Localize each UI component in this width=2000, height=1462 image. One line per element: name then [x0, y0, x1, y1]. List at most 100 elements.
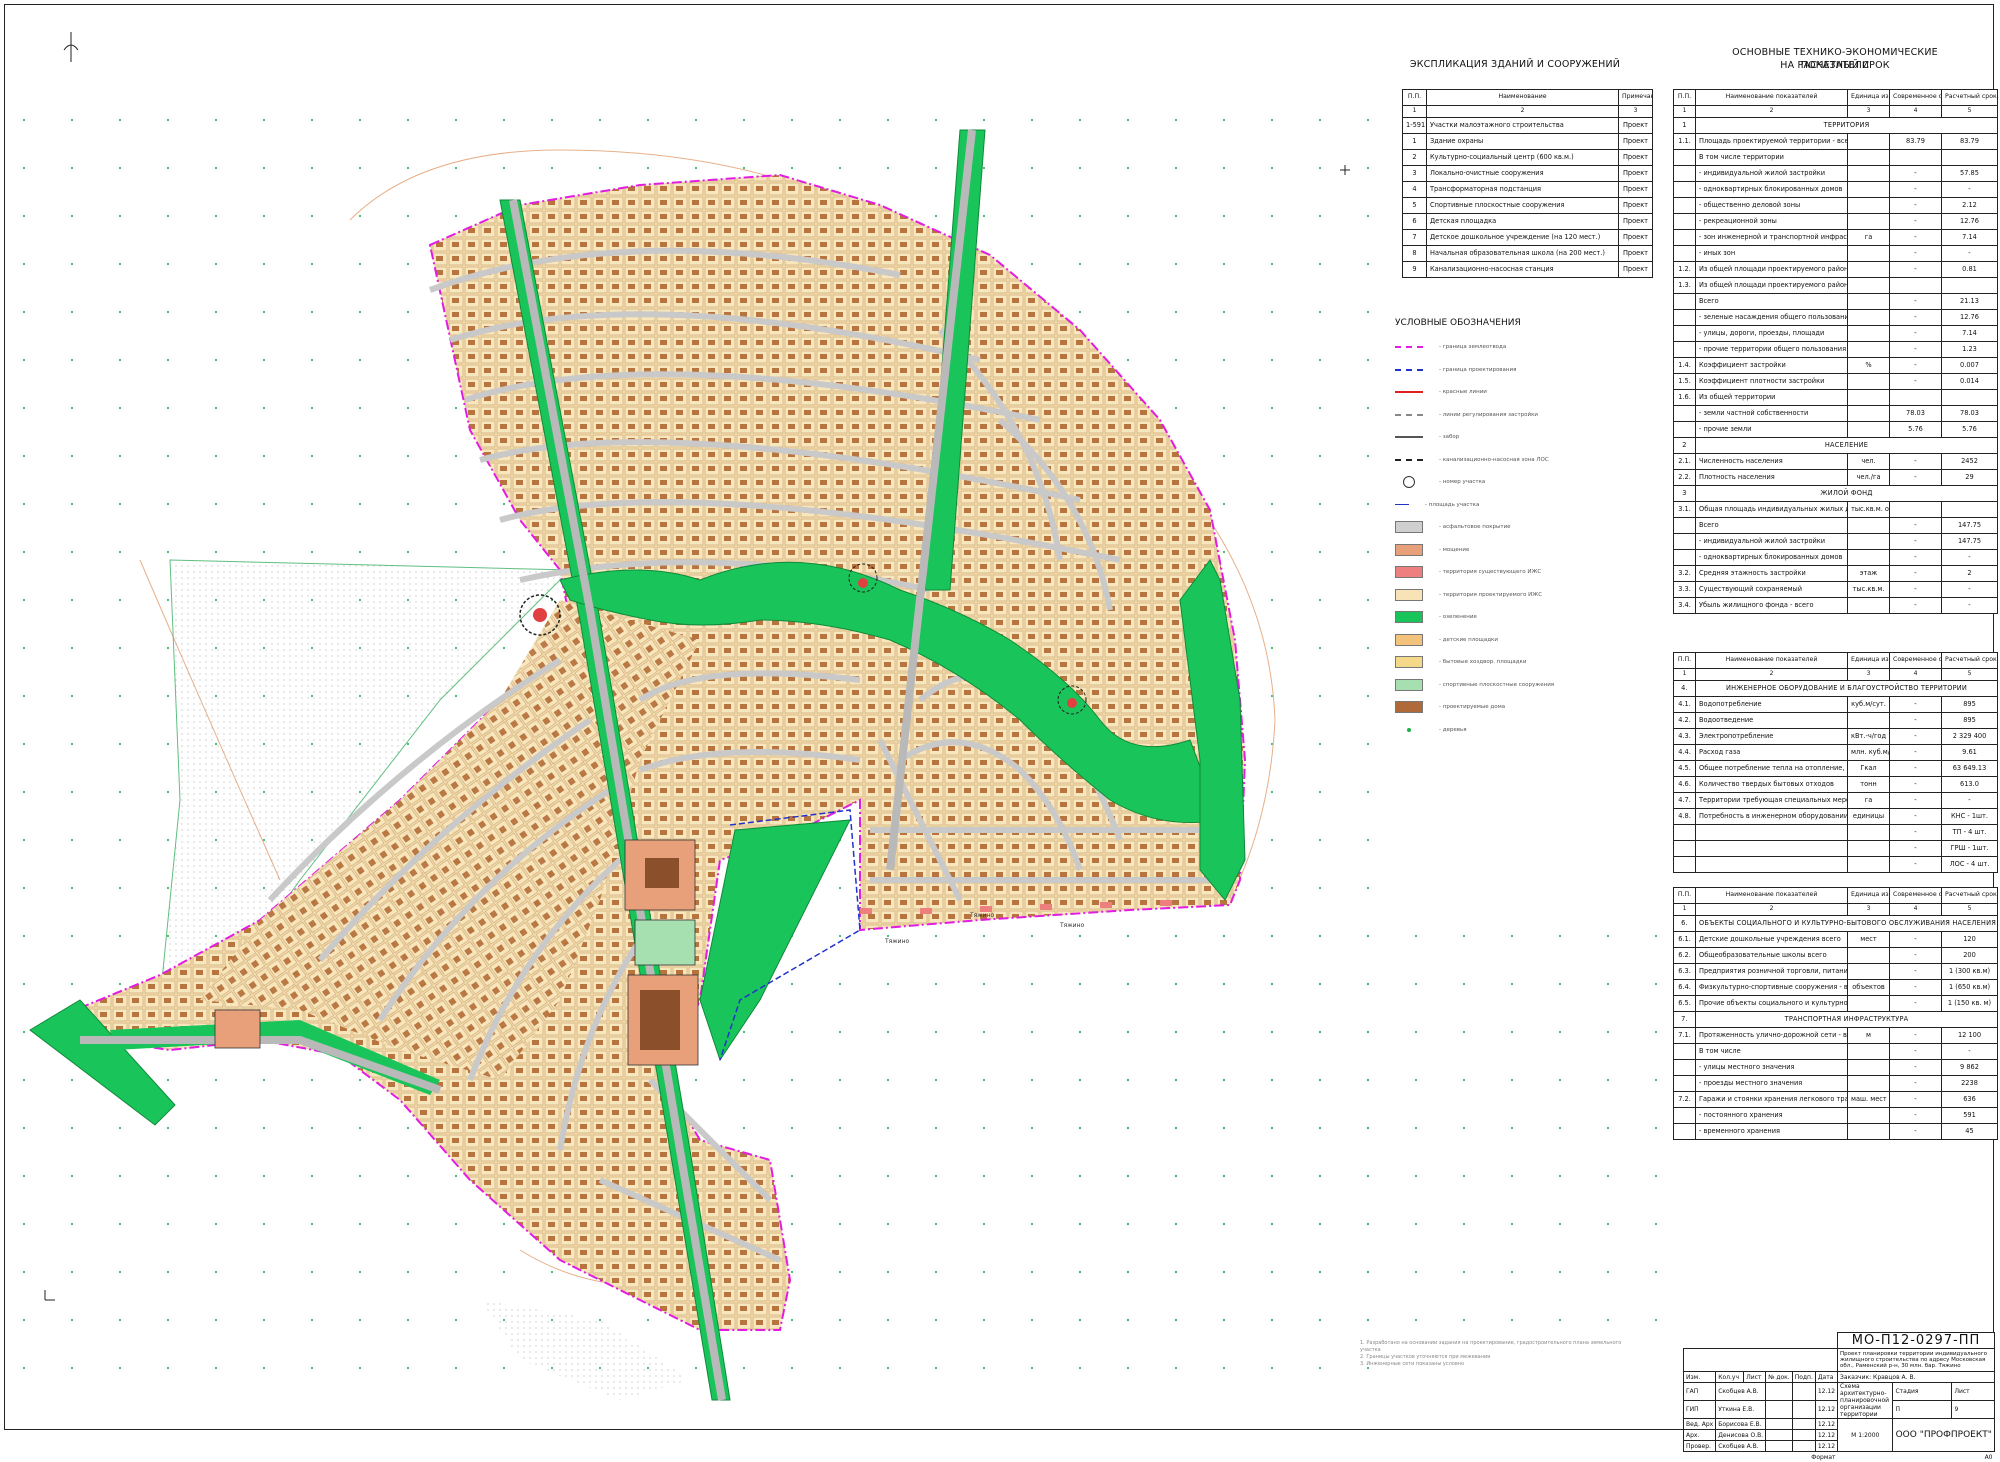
drawing-notes: 1. Разработано на основании задания на п…: [1360, 1340, 1640, 1368]
legend-label: - номер участка: [1439, 479, 1485, 485]
tep-target: КНС - 1шт.: [1942, 809, 1998, 825]
explication-note: Проект: [1619, 150, 1653, 166]
tep-section-num: 4.: [1674, 681, 1696, 697]
tep-num: [1674, 1044, 1696, 1060]
tep-unit: млн. куб.м/год: [1848, 745, 1890, 761]
tep-unit: [1848, 150, 1890, 166]
tep-unit: [1848, 534, 1890, 550]
stamp-person: Борисова Е.В.: [1716, 1419, 1766, 1430]
stage-header: Лист: [1952, 1383, 1995, 1401]
legend-item: - территория проектируемого ИЖС: [1395, 584, 1570, 607]
tep-num: [1674, 841, 1696, 857]
tep-unit: [1848, 598, 1890, 614]
explication-note: Проект: [1619, 262, 1653, 278]
stamp-header-cell: Изм.: [1684, 1372, 1716, 1383]
legend-item: - бытовые хоздвор. площадки: [1395, 651, 1570, 674]
tep-name: - прочие земли: [1696, 422, 1848, 438]
tep-row: 1.5.Коэффициент плотности застройки-0.01…: [1674, 374, 1998, 390]
tep-col-number: 1: [1674, 669, 1696, 681]
tep-unit: маш. мест: [1848, 1092, 1890, 1108]
explication-name: Детское дошкольное учреждение (на 120 ме…: [1427, 230, 1619, 246]
tep-current: -: [1890, 932, 1942, 948]
tep-row: Всего-147.75: [1674, 518, 1998, 534]
tep-row: - прочие территории общего пользования-1…: [1674, 342, 1998, 358]
tep-name: - постоянного хранения: [1696, 1108, 1848, 1124]
tep-num: 4.3.: [1674, 729, 1696, 745]
explication-note: Проект: [1619, 198, 1653, 214]
legend-symbol: [1395, 679, 1423, 691]
tep-section-title: ИНЖЕНЕРНОЕ ОБОРУДОВАНИЕ И БЛАГОУСТРОЙСТВ…: [1696, 681, 1998, 697]
tep-current: -: [1890, 1092, 1942, 1108]
tep-target: 895: [1942, 697, 1998, 713]
tep-header: Единица измерения: [1848, 888, 1890, 904]
tep-unit: [1848, 1060, 1890, 1076]
legend-label: - озеленение: [1439, 614, 1477, 620]
tep-header: П.П.: [1674, 653, 1696, 669]
tep-current: -: [1890, 246, 1942, 262]
tep-num: 7.2.: [1674, 1092, 1696, 1108]
explication-note: Проект: [1619, 118, 1653, 134]
tep-unit: [1848, 1044, 1890, 1060]
tep-name: Детские дошкольные учреждения всего: [1696, 932, 1848, 948]
tep-target: 12.76: [1942, 310, 1998, 326]
tep-row: 1.4.Коэффициент застройки%-0.007: [1674, 358, 1998, 374]
tep-num: [1674, 422, 1696, 438]
explication-row: 5Спортивные плоскостные сооруженияПроект: [1403, 198, 1653, 214]
tep-name: Убыль жилищного фонда - всего: [1696, 598, 1848, 614]
tep-row: 3.4.Убыль жилищного фонда - всего--: [1674, 598, 1998, 614]
tep-name: Прочие объекты социального и культурно-б…: [1696, 996, 1848, 1012]
tep-current: -: [1890, 1076, 1942, 1092]
stamp-doc: [1766, 1383, 1793, 1401]
tep-current: -: [1890, 198, 1942, 214]
tep-row: - постоянного хранения-591: [1674, 1108, 1998, 1124]
stage-header: Стадия: [1893, 1383, 1952, 1401]
tep-target: 2 329 400: [1942, 729, 1998, 745]
tep-unit: [1848, 198, 1890, 214]
stamp-sign: [1792, 1401, 1815, 1419]
tep-name: Площадь проектируемой территории - всего: [1696, 134, 1848, 150]
tep-num: [1674, 166, 1696, 182]
tep-row: 7.2.Гаражи и стоянки хранения легкового …: [1674, 1092, 1998, 1108]
tep-section-row: 7.ТРАНСПОРТНАЯ ИНФРАСТРУКТУРА: [1674, 1012, 1998, 1028]
legend-item: - площадь участка: [1395, 494, 1570, 517]
tep-num: [1674, 550, 1696, 566]
tep-name: Из общей площади проектируемого района у…: [1696, 262, 1848, 278]
tep-header: Расчетный срок: [1942, 653, 1998, 669]
tep-num: 4.6.: [1674, 777, 1696, 793]
stamp-date: 12.12: [1815, 1441, 1837, 1452]
tep-col-number: 2: [1696, 669, 1848, 681]
tep-num: [1674, 406, 1696, 422]
tep-table-engineering: П.П.Наименование показателейЕдиница изме…: [1673, 652, 1998, 873]
note-line: 3. Инженерные сети показаны условно: [1360, 1361, 1640, 1368]
tep-col-number: 2: [1696, 904, 1848, 916]
tep-current: 83.79: [1890, 134, 1942, 150]
stamp-role: Вед. Арх: [1684, 1419, 1716, 1430]
explication-col-number: 1: [1403, 106, 1427, 118]
explication-header: П.П.: [1403, 90, 1427, 106]
customer: Заказчик: Кравцов А. В.: [1838, 1372, 1995, 1383]
tep-unit: [1848, 214, 1890, 230]
tep-unit: Гкал: [1848, 761, 1890, 777]
tep-unit: га: [1848, 793, 1890, 809]
tep-name: Водопотребление: [1696, 697, 1848, 713]
tep-section-num: 3: [1674, 486, 1696, 502]
tep-unit: куб.м/сут.: [1848, 697, 1890, 713]
north-arrow: [64, 32, 78, 62]
tep-current: -: [1890, 1124, 1942, 1140]
tep-row: 3.1.Общая площадь индивидуальных жилых д…: [1674, 502, 1998, 518]
legend-symbol: [1395, 391, 1423, 393]
explication-title: ЭКСПЛИКАЦИЯ ЗДАНИЙ И СООРУЖЕНИЙ: [1400, 58, 1630, 71]
tep-current: -: [1890, 582, 1942, 598]
explication-row: 6Детская площадкаПроект: [1403, 214, 1653, 230]
tep-num: 4.7.: [1674, 793, 1696, 809]
tep-section-row: 1ТЕРРИТОРИЯ: [1674, 118, 1998, 134]
tep-num: [1674, 342, 1696, 358]
tep-num: [1674, 825, 1696, 841]
tep-col-number: 5: [1942, 669, 1998, 681]
explication-name: Культурно-социальный центр (600 кв.м.): [1427, 150, 1619, 166]
tep-current: -: [1890, 470, 1942, 486]
tep-header: Расчетный срок: [1942, 888, 1998, 904]
tep-num: 3.3.: [1674, 582, 1696, 598]
explication-name: Участки малоэтажного строительства: [1427, 118, 1619, 134]
tep-unit: [1848, 326, 1890, 342]
